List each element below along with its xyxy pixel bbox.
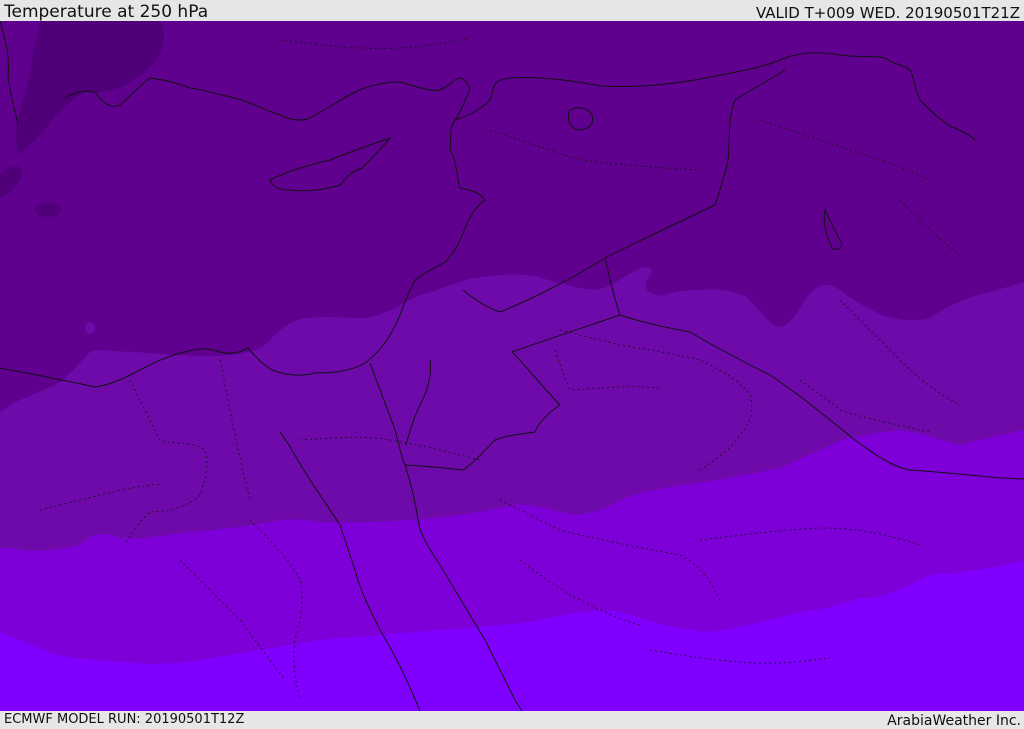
weather-map-page: Temperature at 250 hPa VALID T+009 WED. … — [0, 0, 1024, 729]
cold-cell — [35, 203, 61, 217]
map-title: Temperature at 250 hPa — [4, 2, 209, 22]
model-run-label: ECMWF MODEL RUN: 20190501T12Z — [4, 712, 245, 727]
credit-label: ArabiaWeather Inc. — [887, 713, 1021, 729]
footer-bar: ECMWF MODEL RUN: 20190501T12Z ArabiaWeat… — [0, 711, 1024, 729]
header-bar: Temperature at 250 hPa VALID T+009 WED. … — [0, 0, 1024, 21]
temperature-map[interactable] — [0, 21, 1024, 711]
map-svg — [0, 21, 1024, 711]
warm-cell — [85, 322, 95, 334]
valid-time-label: VALID T+009 WED. 20190501T21Z — [755, 4, 1020, 22]
